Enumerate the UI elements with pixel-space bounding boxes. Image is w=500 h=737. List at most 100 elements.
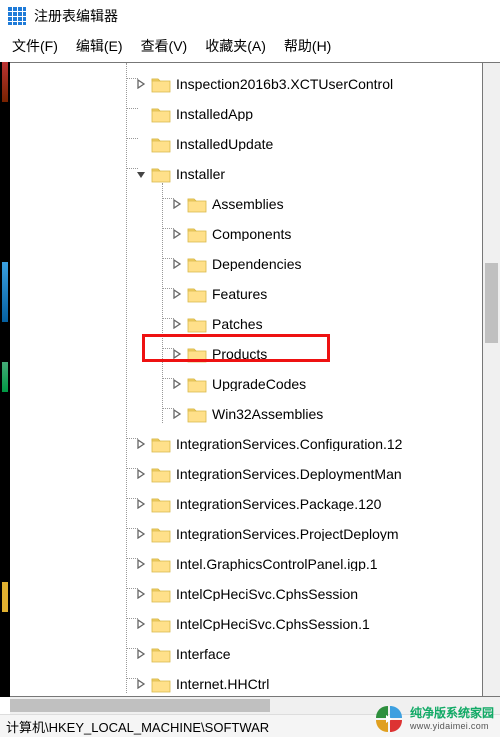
chevron-right-icon[interactable] xyxy=(170,257,184,271)
folder-icon xyxy=(151,106,171,123)
tree-item-label: Internet.HHCtrl xyxy=(176,677,269,691)
menu-file[interactable]: 文件(F) xyxy=(12,36,58,56)
chevron-down-icon[interactable] xyxy=(134,167,148,181)
tree-item-label: Patches xyxy=(212,317,263,331)
folder-icon xyxy=(151,526,171,543)
menu-help[interactable]: 帮助(H) xyxy=(284,36,331,56)
tree-item-label: Assemblies xyxy=(212,197,284,211)
chevron-right-icon[interactable] xyxy=(134,497,148,511)
menu-view[interactable]: 查看(V) xyxy=(141,36,188,56)
tree-item[interactable]: InstalledApp xyxy=(10,99,482,129)
folder-icon xyxy=(187,196,207,213)
chevron-right-icon[interactable] xyxy=(134,587,148,601)
tree-item-label: Installer xyxy=(176,167,225,181)
tree-item-label: IntelCpHeciSvc.CphsSession.1 xyxy=(176,617,370,631)
folder-icon xyxy=(187,256,207,273)
tree-item[interactable]: Intel.GraphicsControlPanel.igp.1 xyxy=(10,549,482,579)
left-edge-strip xyxy=(0,62,10,697)
menu-edit[interactable]: 编辑(E) xyxy=(76,36,123,56)
folder-icon xyxy=(187,226,207,243)
folder-icon xyxy=(187,376,207,393)
tree-item-label: InstalledApp xyxy=(176,107,253,121)
tree-item[interactable]: Win32Assemblies xyxy=(10,399,482,429)
tree-item[interactable]: Patches xyxy=(10,309,482,339)
chevron-right-icon[interactable] xyxy=(134,557,148,571)
tree-item[interactable]: IntegrationServices.DeploymentMan xyxy=(10,459,482,489)
tree-item-label: Intel.GraphicsControlPanel.igp.1 xyxy=(176,557,378,571)
chevron-right-icon[interactable] xyxy=(134,677,148,691)
chevron-right-icon[interactable] xyxy=(170,317,184,331)
window-title: 注册表编辑器 xyxy=(34,6,118,26)
chevron-right-icon[interactable] xyxy=(134,77,148,91)
folder-icon xyxy=(151,646,171,663)
status-path: 计算机\HKEY_LOCAL_MACHINE\SOFTWAR xyxy=(6,717,269,736)
tree-item[interactable]: IntegrationServices.Configuration.12 xyxy=(10,429,482,459)
folder-icon xyxy=(151,676,171,693)
tree-item[interactable]: Installer xyxy=(10,159,482,189)
folder-icon xyxy=(187,346,207,363)
regedit-icon xyxy=(8,7,26,25)
tree-item[interactable]: Features xyxy=(10,279,482,309)
chevron-right-icon[interactable] xyxy=(170,287,184,301)
vertical-scrollbar[interactable] xyxy=(483,62,500,697)
tree-item[interactable]: UpgradeCodes xyxy=(10,369,482,399)
tree-item-label: Dependencies xyxy=(212,257,302,271)
chevron-right-icon[interactable] xyxy=(134,617,148,631)
titlebar: 注册表编辑器 xyxy=(0,0,500,32)
chevron-right-icon[interactable] xyxy=(134,467,148,481)
tree-item[interactable]: Assemblies xyxy=(10,189,482,219)
registry-tree[interactable]: Inspection2016b3.XCTUserControl Installed… xyxy=(10,63,482,697)
vertical-scroll-thumb[interactable] xyxy=(485,263,498,343)
folder-icon xyxy=(151,136,171,153)
chevron-right-icon[interactable] xyxy=(170,377,184,391)
tree-item[interactable]: IntegrationServices.ProjectDeploym xyxy=(10,519,482,549)
folder-icon xyxy=(187,316,207,333)
chevron-right-icon[interactable] xyxy=(170,227,184,241)
tree-item-label: Inspection2016b3.XCTUserControl xyxy=(176,77,393,91)
folder-icon xyxy=(151,166,171,183)
chevron-right-icon[interactable] xyxy=(134,647,148,661)
chevron-right-icon[interactable] xyxy=(170,197,184,211)
watermark-line1: 纯净版系统家园 xyxy=(410,707,494,721)
folder-icon xyxy=(151,76,171,93)
tree-item-label: Win32Assemblies xyxy=(212,407,323,421)
tree-item[interactable]: Inspection2016b3.XCTUserControl xyxy=(10,69,482,99)
watermark-line2: www.yidaimei.com xyxy=(410,721,494,731)
tree-item-label: IntegrationServices.ProjectDeploym xyxy=(176,527,399,541)
tree-item-label: Components xyxy=(212,227,291,241)
watermark-text: 纯净版系统家园 www.yidaimei.com xyxy=(410,707,494,731)
tree-item-label: IntegrationServices.Package.120 xyxy=(176,497,381,511)
menu-favorites[interactable]: 收藏夹(A) xyxy=(205,36,266,56)
tree-item[interactable]: IntelCpHeciSvc.CphsSession xyxy=(10,579,482,609)
horizontal-scroll-thumb[interactable] xyxy=(10,699,270,712)
tree-item[interactable]: IntegrationServices.Package.120 xyxy=(10,489,482,519)
tree-item-label: IntelCpHeciSvc.CphsSession xyxy=(176,587,358,601)
tree-item[interactable]: Dependencies xyxy=(10,249,482,279)
tree-item[interactable]: Components xyxy=(10,219,482,249)
chevron-right-icon[interactable] xyxy=(170,347,184,361)
tree-item[interactable]: Internet.HHCtrl xyxy=(10,669,482,697)
folder-icon xyxy=(151,586,171,603)
folder-icon xyxy=(187,406,207,423)
folder-icon xyxy=(151,466,171,483)
tree-item-label: IntegrationServices.DeploymentMan xyxy=(176,467,402,481)
chevron-right-icon[interactable] xyxy=(134,437,148,451)
chevron-right-icon[interactable] xyxy=(134,527,148,541)
tree-item-label: Products xyxy=(212,347,267,361)
tree-item[interactable]: IntelCpHeciSvc.CphsSession.1 xyxy=(10,609,482,639)
tree-item-label: IntegrationServices.Configuration.12 xyxy=(176,437,402,451)
tree-item[interactable]: InstalledUpdate xyxy=(10,129,482,159)
chevron-right-icon[interactable] xyxy=(170,407,184,421)
tree-item[interactable]: Products xyxy=(10,339,482,369)
watermark: 纯净版系统家园 www.yidaimei.com xyxy=(374,704,494,734)
watermark-logo-icon xyxy=(374,704,404,734)
folder-icon xyxy=(151,556,171,573)
tree-item-label: InstalledUpdate xyxy=(176,137,273,151)
tree-panel: Inspection2016b3.XCTUserControl Installed… xyxy=(10,62,483,697)
regedit-window: 注册表编辑器 文件(F) 编辑(E) 查看(V) 收藏夹(A) 帮助(H) In… xyxy=(0,0,500,737)
folder-icon xyxy=(151,616,171,633)
menubar: 文件(F) 编辑(E) 查看(V) 收藏夹(A) 帮助(H) xyxy=(0,32,500,63)
tree-item[interactable]: Interface xyxy=(10,639,482,669)
tree-item-label: Features xyxy=(212,287,267,301)
folder-icon xyxy=(187,286,207,303)
